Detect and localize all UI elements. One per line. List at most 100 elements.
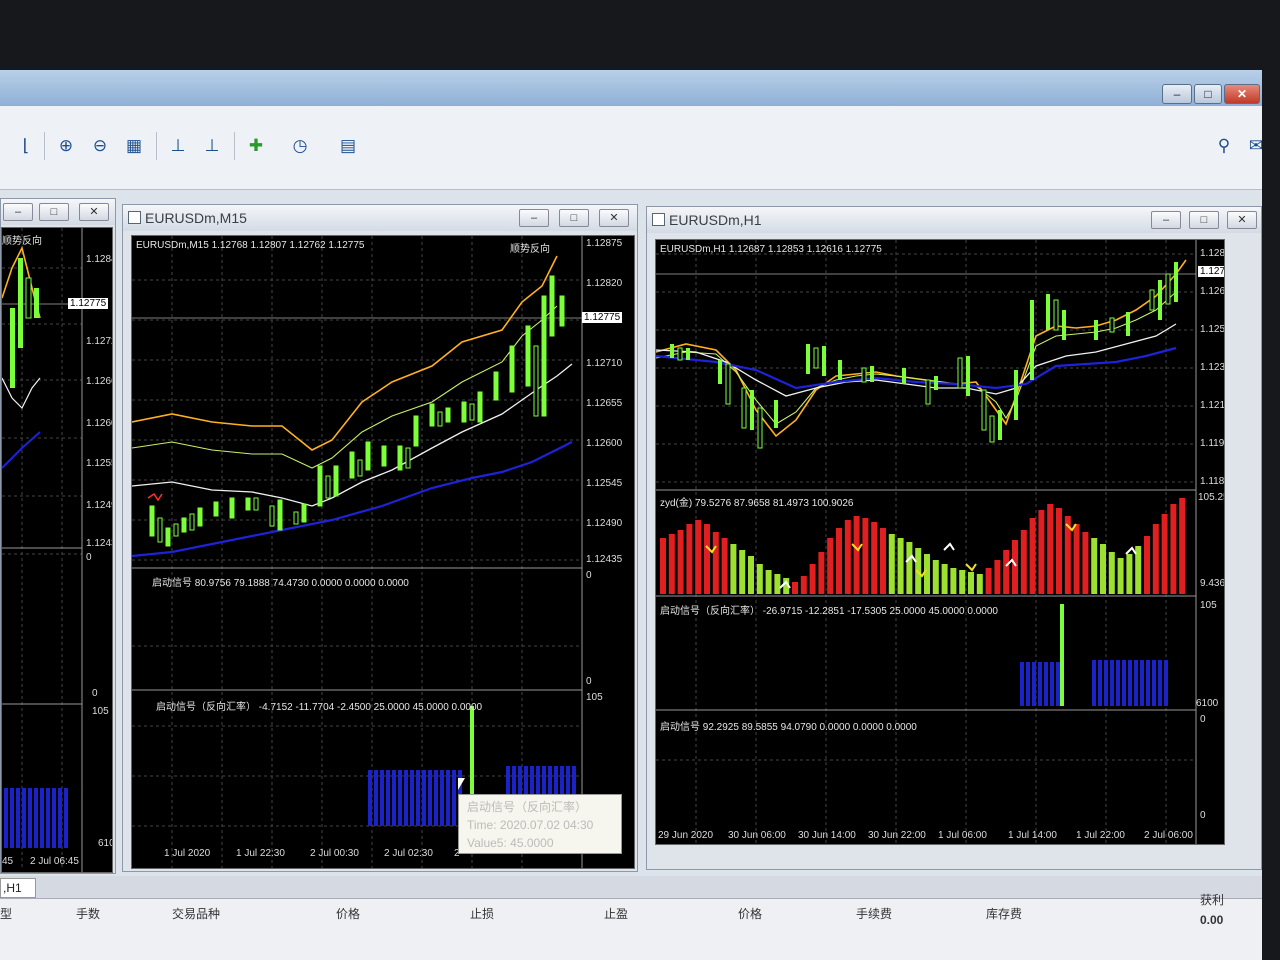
zyd-bar [932, 560, 939, 594]
column-header[interactable]: 交易品种 [172, 905, 220, 922]
date-label: 2 Jul 06:00 [1144, 830, 1193, 841]
zyd-bar [809, 564, 816, 594]
toolbar-separator [44, 132, 45, 160]
zyd-bar [1179, 498, 1186, 594]
column-header[interactable]: 型 [0, 905, 12, 922]
zyd-bar [862, 518, 869, 594]
mouse-cursor-icon [458, 778, 465, 790]
date-label: 1 Jul 06:00 [938, 830, 987, 841]
maximize-button[interactable]: □ [1194, 84, 1222, 104]
zyd-bar [897, 538, 904, 594]
zyd-bar [660, 538, 666, 594]
tab-h1[interactable]: ,H1 [0, 878, 36, 898]
chart-header: EURUSDm,M15 1.12768 1.12807 1.12762 1.12… [136, 240, 365, 251]
window-minimize-button[interactable]: – [519, 209, 549, 227]
terminal-orders: 型 手数 交易品种 价格 止损 止盈 价格 手续费 库存费 获利 0.00 [0, 893, 1262, 960]
column-header[interactable]: 止盈 [604, 905, 628, 922]
grid-icon[interactable]: ▦ [122, 134, 146, 158]
window-close-button[interactable]: ✕ [79, 203, 109, 221]
price-label: 1.12840 [86, 254, 112, 265]
zyd-bar [994, 560, 1001, 594]
sub-scale-label: 0 [92, 688, 98, 699]
close-button[interactable]: ✕ [1224, 84, 1260, 104]
chart-window-icon [652, 213, 665, 226]
chart-badge: 顺势反向 [510, 244, 550, 255]
window-minimize-button[interactable]: – [3, 203, 33, 221]
add-indicator-icon[interactable]: ✚ [244, 134, 268, 158]
zyd-bar [1091, 538, 1098, 594]
tooltip-time: Time: 2020.07.02 04:30 [467, 818, 594, 832]
window-close-button[interactable]: ✕ [1227, 211, 1257, 229]
column-header[interactable]: 获利 [1200, 891, 1224, 908]
sub-scale-label: 0 [86, 552, 92, 563]
zyd-bar [844, 520, 851, 594]
zyd-bar [800, 576, 807, 594]
price-label: 1.12545 [586, 478, 623, 489]
current-price-tag: 1.12775 [1198, 266, 1224, 277]
autoscroll-icon[interactable]: ⊥ [200, 134, 224, 158]
column-header[interactable]: 库存费 [986, 905, 1022, 922]
indicator-scale: 105 [1200, 600, 1217, 611]
zyd-bar [677, 530, 684, 594]
price-label: 1.12490 [586, 518, 623, 529]
minimize-button[interactable]: – [1162, 84, 1192, 104]
column-header[interactable]: 手续费 [856, 905, 892, 922]
date-label: 29 Jun 2020 [658, 830, 714, 841]
toolbar-separator [156, 132, 157, 160]
zoom-out-icon[interactable]: ⊖ [88, 134, 112, 158]
left-chart-badge: 顺势反向 [2, 236, 42, 247]
chart-left[interactable]: 顺势反向 1.12840 1.12775 1.12725 1.12665 1.1… [1, 227, 113, 873]
zyd-bar [1073, 524, 1080, 594]
column-header[interactable]: 手数 [76, 905, 100, 922]
zyd-bar [1144, 536, 1150, 594]
zyd-bar [686, 524, 693, 594]
zyd-bar [695, 520, 702, 594]
window-close-button[interactable]: ✕ [599, 209, 629, 227]
zyd-bar [730, 544, 737, 594]
zyd-bar [818, 552, 825, 594]
window-titlebar: EURUSDm,M15 – □ ✕ [123, 205, 637, 231]
zyd-bar [941, 564, 948, 594]
template-icon[interactable]: ▤ [336, 134, 360, 158]
zyd-bar [1082, 532, 1089, 594]
chart-h1[interactable]: EURUSDm,H1 1.12687 1.12853 1.12616 1.127… [655, 239, 1225, 845]
price-label: 1.12605 [86, 418, 112, 429]
indicator-scale: 0 [1200, 714, 1206, 725]
column-header[interactable]: 价格 [738, 905, 762, 922]
zyd-bar [792, 582, 798, 594]
window-maximize-button[interactable]: □ [559, 209, 589, 227]
indicator-label: 启动信号（反向汇率） -4.7152 -11.7704 -2.4500 25.0… [156, 702, 483, 713]
price-label: 1.12340 [1200, 362, 1225, 373]
zyd-bar [1152, 524, 1159, 594]
zyd-bar [1170, 504, 1177, 594]
clock-icon[interactable]: ◷ [288, 134, 312, 158]
column-header[interactable]: 止损 [470, 905, 494, 922]
zoom-in-icon[interactable]: ⊕ [54, 134, 78, 158]
zyd-bar [853, 516, 860, 594]
current-price-tag: 1.12775 [582, 312, 623, 323]
chart-window-left: – □ ✕ 顺势反向 1.128 1.12775 1.127 1.126 1.1… [0, 198, 116, 874]
chat-icon[interactable]: ✉ [1244, 134, 1268, 158]
chart-m15-svg [132, 236, 583, 868]
chart-header: EURUSDm,H1 1.12687 1.12853 1.12616 1.127… [660, 244, 882, 255]
zyd-bar [1108, 552, 1115, 594]
search-icon[interactable]: ⚲ [1212, 134, 1236, 158]
zyd-bar [1161, 514, 1168, 594]
period-separator-icon[interactable]: ⊥ [166, 134, 190, 158]
window-maximize-button[interactable]: □ [39, 203, 69, 221]
zyd-bar [1038, 510, 1045, 594]
indicator-label: 启动信号 92.2925 89.5855 94.0790 0.0000 0.00… [660, 722, 917, 733]
chart-tabs: ,H1 [0, 876, 1262, 898]
window-minimize-button[interactable]: – [1151, 211, 1181, 229]
zyd-bar [1117, 558, 1124, 594]
chart-m15[interactable]: EURUSDm,M15 1.12768 1.12807 1.12762 1.12… [131, 235, 635, 869]
window-maximize-button[interactable]: □ [1189, 211, 1219, 229]
column-header[interactable]: 价格 [336, 905, 360, 922]
zyd-bar [888, 534, 895, 594]
app-titlebar: – □ ✕ [0, 70, 1262, 106]
zyd-bar [1012, 540, 1018, 594]
tooltip-title: 启动信号（反向汇率） [467, 800, 588, 814]
zyd-bar [721, 538, 728, 594]
price-label: 1.12860 [1200, 248, 1225, 259]
line-chart-icon[interactable]: ⌊ [14, 134, 38, 158]
